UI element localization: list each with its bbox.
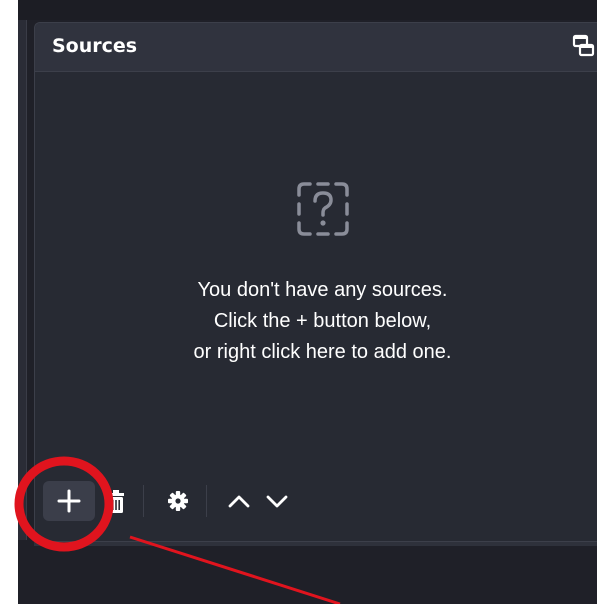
sources-dock-header: Sources xyxy=(35,23,597,72)
empty-sources-message: You don't have any sources. Click the + … xyxy=(95,275,550,368)
adjacent-dock-edge xyxy=(18,20,27,540)
toolbar-divider xyxy=(143,485,144,517)
trash-icon xyxy=(108,490,124,513)
dock-bottom-edge xyxy=(34,542,597,546)
add-source-button[interactable] xyxy=(43,481,95,521)
dashed-question-icon xyxy=(293,179,353,239)
empty-message-line: Click the + button below, xyxy=(213,310,432,332)
app-window: Sources You don't have any sources. Clic… xyxy=(18,0,597,604)
sources-toolbar xyxy=(35,475,597,525)
bottom-area xyxy=(18,542,597,604)
move-source-down-button[interactable] xyxy=(259,481,295,521)
plus-icon xyxy=(57,489,81,513)
sources-dock[interactable]: Sources You don't have any sources. Clic… xyxy=(34,22,597,542)
remove-source-button[interactable] xyxy=(99,481,133,521)
empty-message-line: You don't have any sources. xyxy=(197,279,448,301)
top-strip xyxy=(18,0,597,20)
chevron-up-icon xyxy=(228,495,250,508)
move-source-up-button[interactable] xyxy=(221,481,257,521)
empty-message-line: or right click here to add one. xyxy=(193,341,452,363)
dock-title: Sources xyxy=(52,35,138,57)
toolbar-divider xyxy=(206,485,207,517)
source-properties-button[interactable] xyxy=(161,481,195,521)
screenshot-stage: Sources You don't have any sources. Clic… xyxy=(0,0,597,604)
undock-icon[interactable] xyxy=(571,33,595,59)
gear-icon xyxy=(168,491,188,511)
chevron-down-icon xyxy=(266,495,288,508)
